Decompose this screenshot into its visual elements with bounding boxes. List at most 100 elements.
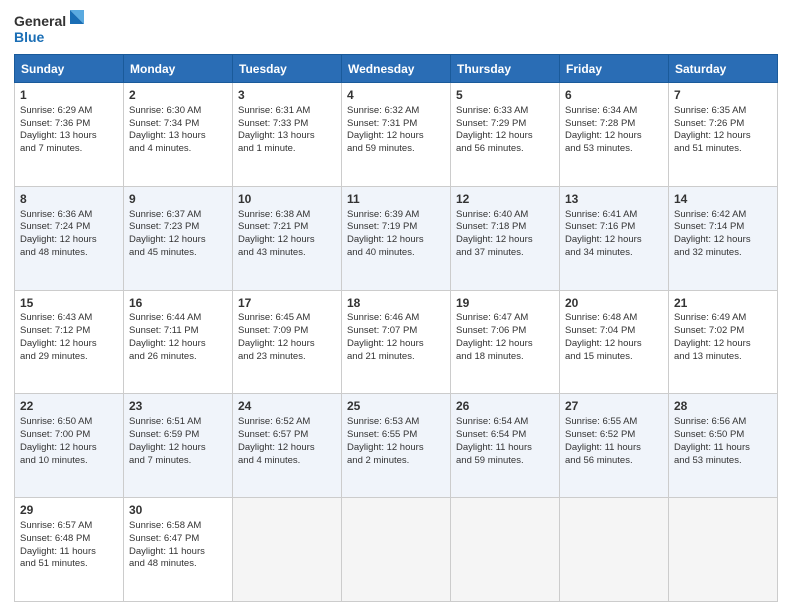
day-number: 5 bbox=[456, 87, 554, 104]
day-info: Sunrise: 6:41 AM Sunset: 7:16 PM Dayligh… bbox=[565, 209, 663, 260]
calendar-cell: 29Sunrise: 6:57 AM Sunset: 6:48 PM Dayli… bbox=[15, 498, 124, 602]
calendar-cell: 26Sunrise: 6:54 AM Sunset: 6:54 PM Dayli… bbox=[451, 394, 560, 498]
day-number: 6 bbox=[565, 87, 663, 104]
day-info: Sunrise: 6:30 AM Sunset: 7:34 PM Dayligh… bbox=[129, 105, 227, 156]
day-number: 23 bbox=[129, 398, 227, 415]
day-number: 3 bbox=[238, 87, 336, 104]
day-number: 16 bbox=[129, 295, 227, 312]
calendar-cell bbox=[342, 498, 451, 602]
day-info: Sunrise: 6:48 AM Sunset: 7:04 PM Dayligh… bbox=[565, 312, 663, 363]
calendar-cell bbox=[669, 498, 778, 602]
calendar-week-3: 15Sunrise: 6:43 AM Sunset: 7:12 PM Dayli… bbox=[15, 290, 778, 394]
calendar-cell: 14Sunrise: 6:42 AM Sunset: 7:14 PM Dayli… bbox=[669, 186, 778, 290]
day-number: 1 bbox=[20, 87, 118, 104]
day-number: 10 bbox=[238, 191, 336, 208]
day-number: 28 bbox=[674, 398, 772, 415]
calendar-header-row: SundayMondayTuesdayWednesdayThursdayFrid… bbox=[15, 55, 778, 83]
calendar-cell: 30Sunrise: 6:58 AM Sunset: 6:47 PM Dayli… bbox=[124, 498, 233, 602]
calendar-cell: 4Sunrise: 6:32 AM Sunset: 7:31 PM Daylig… bbox=[342, 83, 451, 187]
calendar-cell bbox=[560, 498, 669, 602]
day-number: 25 bbox=[347, 398, 445, 415]
day-info: Sunrise: 6:54 AM Sunset: 6:54 PM Dayligh… bbox=[456, 416, 554, 467]
day-number: 11 bbox=[347, 191, 445, 208]
day-number: 17 bbox=[238, 295, 336, 312]
calendar-cell: 9Sunrise: 6:37 AM Sunset: 7:23 PM Daylig… bbox=[124, 186, 233, 290]
day-number: 14 bbox=[674, 191, 772, 208]
page: General Blue SundayMondayTuesdayWednesda… bbox=[0, 0, 792, 612]
logo: General Blue bbox=[14, 10, 84, 46]
calendar-cell: 23Sunrise: 6:51 AM Sunset: 6:59 PM Dayli… bbox=[124, 394, 233, 498]
day-number: 9 bbox=[129, 191, 227, 208]
svg-text:Blue: Blue bbox=[14, 29, 45, 45]
day-info: Sunrise: 6:51 AM Sunset: 6:59 PM Dayligh… bbox=[129, 416, 227, 467]
day-info: Sunrise: 6:39 AM Sunset: 7:19 PM Dayligh… bbox=[347, 209, 445, 260]
day-number: 21 bbox=[674, 295, 772, 312]
calendar-table: SundayMondayTuesdayWednesdayThursdayFrid… bbox=[14, 54, 778, 602]
day-number: 27 bbox=[565, 398, 663, 415]
calendar-week-4: 22Sunrise: 6:50 AM Sunset: 7:00 PM Dayli… bbox=[15, 394, 778, 498]
day-info: Sunrise: 6:45 AM Sunset: 7:09 PM Dayligh… bbox=[238, 312, 336, 363]
header: General Blue bbox=[14, 10, 778, 46]
calendar-cell: 7Sunrise: 6:35 AM Sunset: 7:26 PM Daylig… bbox=[669, 83, 778, 187]
calendar-cell: 27Sunrise: 6:55 AM Sunset: 6:52 PM Dayli… bbox=[560, 394, 669, 498]
day-number: 26 bbox=[456, 398, 554, 415]
calendar-cell: 15Sunrise: 6:43 AM Sunset: 7:12 PM Dayli… bbox=[15, 290, 124, 394]
day-info: Sunrise: 6:55 AM Sunset: 6:52 PM Dayligh… bbox=[565, 416, 663, 467]
day-info: Sunrise: 6:29 AM Sunset: 7:36 PM Dayligh… bbox=[20, 105, 118, 156]
calendar-cell: 6Sunrise: 6:34 AM Sunset: 7:28 PM Daylig… bbox=[560, 83, 669, 187]
calendar-cell: 10Sunrise: 6:38 AM Sunset: 7:21 PM Dayli… bbox=[233, 186, 342, 290]
day-info: Sunrise: 6:31 AM Sunset: 7:33 PM Dayligh… bbox=[238, 105, 336, 156]
day-number: 30 bbox=[129, 502, 227, 519]
calendar-cell: 8Sunrise: 6:36 AM Sunset: 7:24 PM Daylig… bbox=[15, 186, 124, 290]
day-number: 19 bbox=[456, 295, 554, 312]
calendar-cell: 2Sunrise: 6:30 AM Sunset: 7:34 PM Daylig… bbox=[124, 83, 233, 187]
calendar-cell: 16Sunrise: 6:44 AM Sunset: 7:11 PM Dayli… bbox=[124, 290, 233, 394]
day-info: Sunrise: 6:42 AM Sunset: 7:14 PM Dayligh… bbox=[674, 209, 772, 260]
calendar-header-thursday: Thursday bbox=[451, 55, 560, 83]
day-info: Sunrise: 6:44 AM Sunset: 7:11 PM Dayligh… bbox=[129, 312, 227, 363]
day-number: 22 bbox=[20, 398, 118, 415]
day-number: 20 bbox=[565, 295, 663, 312]
calendar-cell: 18Sunrise: 6:46 AM Sunset: 7:07 PM Dayli… bbox=[342, 290, 451, 394]
calendar-cell: 5Sunrise: 6:33 AM Sunset: 7:29 PM Daylig… bbox=[451, 83, 560, 187]
day-info: Sunrise: 6:53 AM Sunset: 6:55 PM Dayligh… bbox=[347, 416, 445, 467]
day-info: Sunrise: 6:46 AM Sunset: 7:07 PM Dayligh… bbox=[347, 312, 445, 363]
day-info: Sunrise: 6:32 AM Sunset: 7:31 PM Dayligh… bbox=[347, 105, 445, 156]
calendar-cell: 21Sunrise: 6:49 AM Sunset: 7:02 PM Dayli… bbox=[669, 290, 778, 394]
svg-text:General: General bbox=[14, 13, 66, 29]
logo-svg: General Blue bbox=[14, 10, 84, 46]
day-number: 2 bbox=[129, 87, 227, 104]
calendar-week-5: 29Sunrise: 6:57 AM Sunset: 6:48 PM Dayli… bbox=[15, 498, 778, 602]
calendar-header-wednesday: Wednesday bbox=[342, 55, 451, 83]
day-info: Sunrise: 6:34 AM Sunset: 7:28 PM Dayligh… bbox=[565, 105, 663, 156]
calendar-header-tuesday: Tuesday bbox=[233, 55, 342, 83]
calendar-cell: 24Sunrise: 6:52 AM Sunset: 6:57 PM Dayli… bbox=[233, 394, 342, 498]
calendar-cell bbox=[233, 498, 342, 602]
day-info: Sunrise: 6:58 AM Sunset: 6:47 PM Dayligh… bbox=[129, 520, 227, 571]
day-info: Sunrise: 6:36 AM Sunset: 7:24 PM Dayligh… bbox=[20, 209, 118, 260]
calendar-cell: 22Sunrise: 6:50 AM Sunset: 7:00 PM Dayli… bbox=[15, 394, 124, 498]
day-number: 8 bbox=[20, 191, 118, 208]
calendar-cell: 28Sunrise: 6:56 AM Sunset: 6:50 PM Dayli… bbox=[669, 394, 778, 498]
day-number: 15 bbox=[20, 295, 118, 312]
day-info: Sunrise: 6:57 AM Sunset: 6:48 PM Dayligh… bbox=[20, 520, 118, 571]
day-info: Sunrise: 6:38 AM Sunset: 7:21 PM Dayligh… bbox=[238, 209, 336, 260]
day-number: 13 bbox=[565, 191, 663, 208]
day-info: Sunrise: 6:35 AM Sunset: 7:26 PM Dayligh… bbox=[674, 105, 772, 156]
day-number: 7 bbox=[674, 87, 772, 104]
calendar-week-2: 8Sunrise: 6:36 AM Sunset: 7:24 PM Daylig… bbox=[15, 186, 778, 290]
calendar-header-saturday: Saturday bbox=[669, 55, 778, 83]
day-info: Sunrise: 6:49 AM Sunset: 7:02 PM Dayligh… bbox=[674, 312, 772, 363]
calendar-header-sunday: Sunday bbox=[15, 55, 124, 83]
calendar-cell: 12Sunrise: 6:40 AM Sunset: 7:18 PM Dayli… bbox=[451, 186, 560, 290]
day-number: 29 bbox=[20, 502, 118, 519]
day-info: Sunrise: 6:47 AM Sunset: 7:06 PM Dayligh… bbox=[456, 312, 554, 363]
day-info: Sunrise: 6:52 AM Sunset: 6:57 PM Dayligh… bbox=[238, 416, 336, 467]
calendar-week-1: 1Sunrise: 6:29 AM Sunset: 7:36 PM Daylig… bbox=[15, 83, 778, 187]
calendar-cell bbox=[451, 498, 560, 602]
calendar-header-monday: Monday bbox=[124, 55, 233, 83]
calendar-cell: 3Sunrise: 6:31 AM Sunset: 7:33 PM Daylig… bbox=[233, 83, 342, 187]
day-info: Sunrise: 6:37 AM Sunset: 7:23 PM Dayligh… bbox=[129, 209, 227, 260]
day-number: 24 bbox=[238, 398, 336, 415]
calendar-cell: 1Sunrise: 6:29 AM Sunset: 7:36 PM Daylig… bbox=[15, 83, 124, 187]
